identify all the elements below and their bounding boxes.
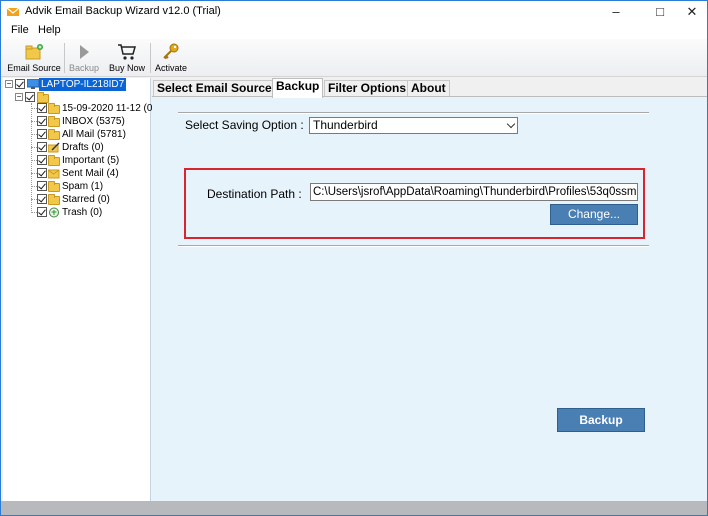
tree-item-label: Important (5)	[62, 155, 120, 166]
minimize-button[interactable]: –	[601, 1, 631, 23]
tree-item-checkbox[interactable]	[37, 116, 47, 126]
tree-item-checkbox[interactable]	[37, 181, 47, 191]
change-button[interactable]: Change...	[550, 204, 638, 225]
play-icon	[80, 45, 89, 59]
tree-item[interactable]: 15-09-2020 11-12 (0)	[3, 102, 156, 115]
saving-option-select[interactable]: Thunderbird	[309, 117, 518, 134]
tree-account-checkbox[interactable]	[25, 92, 35, 102]
tree-item[interactable]: Important (5)	[3, 154, 151, 167]
tree-root[interactable]: − LAPTOP-IL218ID7	[3, 78, 151, 91]
app-logo-icon	[7, 7, 19, 16]
maximize-icon: □	[656, 4, 664, 19]
tree-item-label: INBOX (5375)	[62, 116, 125, 127]
buy-now-label: Buy Now	[108, 63, 145, 73]
email-source-icon	[25, 44, 43, 60]
app-window: Advik Email Backup Wizard v12.0 (Trial) …	[0, 0, 708, 516]
folder-tree: − LAPTOP-IL218ID7 − 15-09-2020 11-12 (0)	[3, 78, 156, 501]
destination-path-label: Destination Path :	[207, 187, 302, 201]
cart-icon	[118, 44, 136, 60]
destination-path-field[interactable]: C:\Users\jsrof\AppData\Roaming\Thunderbi…	[310, 183, 638, 201]
tree-item[interactable]: Drafts (0)	[3, 141, 151, 154]
tree-item[interactable]: Spam (1)	[3, 180, 151, 193]
toolbar: Email Source Backup Buy Now Activate	[1, 39, 707, 77]
saving-option-label: Select Saving Option :	[185, 118, 304, 132]
toolbar-separator	[64, 43, 65, 73]
backup-button[interactable]: Backup	[557, 408, 645, 432]
folder-icon	[48, 103, 60, 114]
tree-item-checkbox[interactable]	[37, 103, 47, 113]
tree-item-checkbox[interactable]	[37, 168, 47, 178]
tree-item[interactable]: Starred (0)	[3, 193, 151, 206]
activate-button[interactable]: Activate	[153, 41, 189, 75]
tree-item-checkbox[interactable]	[37, 155, 47, 165]
email-source-button[interactable]: Email Source	[7, 41, 61, 75]
computer-icon	[27, 79, 39, 89]
tree-item[interactable]: Sent Mail (4)	[3, 167, 151, 180]
divider	[178, 245, 649, 247]
divider	[178, 112, 649, 114]
tree-item-label: Drafts (0)	[62, 142, 104, 153]
minimize-icon: –	[612, 4, 620, 19]
maximize-button[interactable]: □	[645, 1, 675, 23]
menu-file[interactable]: File	[11, 24, 29, 36]
tree-item-label: 15-09-2020 11-12 (0)	[62, 103, 156, 114]
email-source-label: Email Source	[7, 63, 61, 73]
backup-toolbar-label: Backup	[68, 63, 100, 73]
tree-item-checkbox[interactable]	[37, 194, 47, 204]
tab-about[interactable]: About	[407, 80, 450, 97]
toolbar-separator	[150, 43, 151, 73]
drafts-icon	[48, 142, 60, 153]
menu-help[interactable]: Help	[38, 24, 61, 36]
title-bar: Advik Email Backup Wizard v12.0 (Trial) …	[1, 1, 707, 23]
close-button[interactable]: ✕	[677, 1, 707, 23]
tree-item[interactable]: All Mail (5781)	[3, 128, 151, 141]
tree-item-label: All Mail (5781)	[62, 129, 126, 140]
chevron-down-icon	[506, 119, 516, 129]
close-icon: ✕	[686, 4, 698, 19]
sent-mail-icon	[48, 169, 60, 179]
tree-root-label: LAPTOP-IL218ID7	[39, 78, 127, 91]
window-title: Advik Email Backup Wizard v12.0 (Trial)	[25, 5, 221, 17]
tab-select-email-source[interactable]: Select Email Source	[153, 80, 276, 97]
tree-root-checkbox[interactable]	[15, 79, 25, 89]
collapse-icon[interactable]: −	[15, 93, 23, 101]
activate-label: Activate	[154, 63, 187, 73]
backup-panel: Select Saving Option : Thunderbird Desti…	[152, 96, 707, 501]
tab-filter-options[interactable]: Filter Options	[324, 80, 410, 97]
folder-icon	[48, 155, 60, 166]
key-icon	[163, 43, 179, 60]
buy-now-button[interactable]: Buy Now	[106, 41, 148, 75]
tab-bar: Select Email Source Backup Filter Option…	[152, 78, 707, 98]
tree-item-label: Spam (1)	[62, 181, 104, 192]
tab-backup[interactable]: Backup	[272, 78, 324, 98]
backup-toolbar-button[interactable]: Backup	[67, 41, 101, 75]
tree-item-checkbox[interactable]	[37, 207, 47, 217]
tree-item-label: Sent Mail (4)	[62, 168, 119, 179]
menu-bar: File Help	[1, 23, 707, 39]
folder-icon	[48, 116, 60, 127]
folder-icon	[48, 194, 60, 205]
trash-icon	[49, 207, 59, 218]
tree-item[interactable]: INBOX (5375)	[3, 115, 151, 128]
saving-option-value: Thunderbird	[313, 118, 378, 132]
folder-icon	[48, 129, 60, 140]
tree-item[interactable]: Trash (0)	[3, 206, 151, 219]
tree-item-label: Trash (0)	[62, 207, 103, 218]
tree-item-label: Starred (0)	[62, 194, 110, 205]
tree-item-checkbox[interactable]	[37, 142, 47, 152]
tree-item-checkbox[interactable]	[37, 129, 47, 139]
folder-icon	[48, 181, 60, 192]
collapse-icon[interactable]: −	[5, 80, 13, 88]
status-bar	[1, 501, 707, 515]
